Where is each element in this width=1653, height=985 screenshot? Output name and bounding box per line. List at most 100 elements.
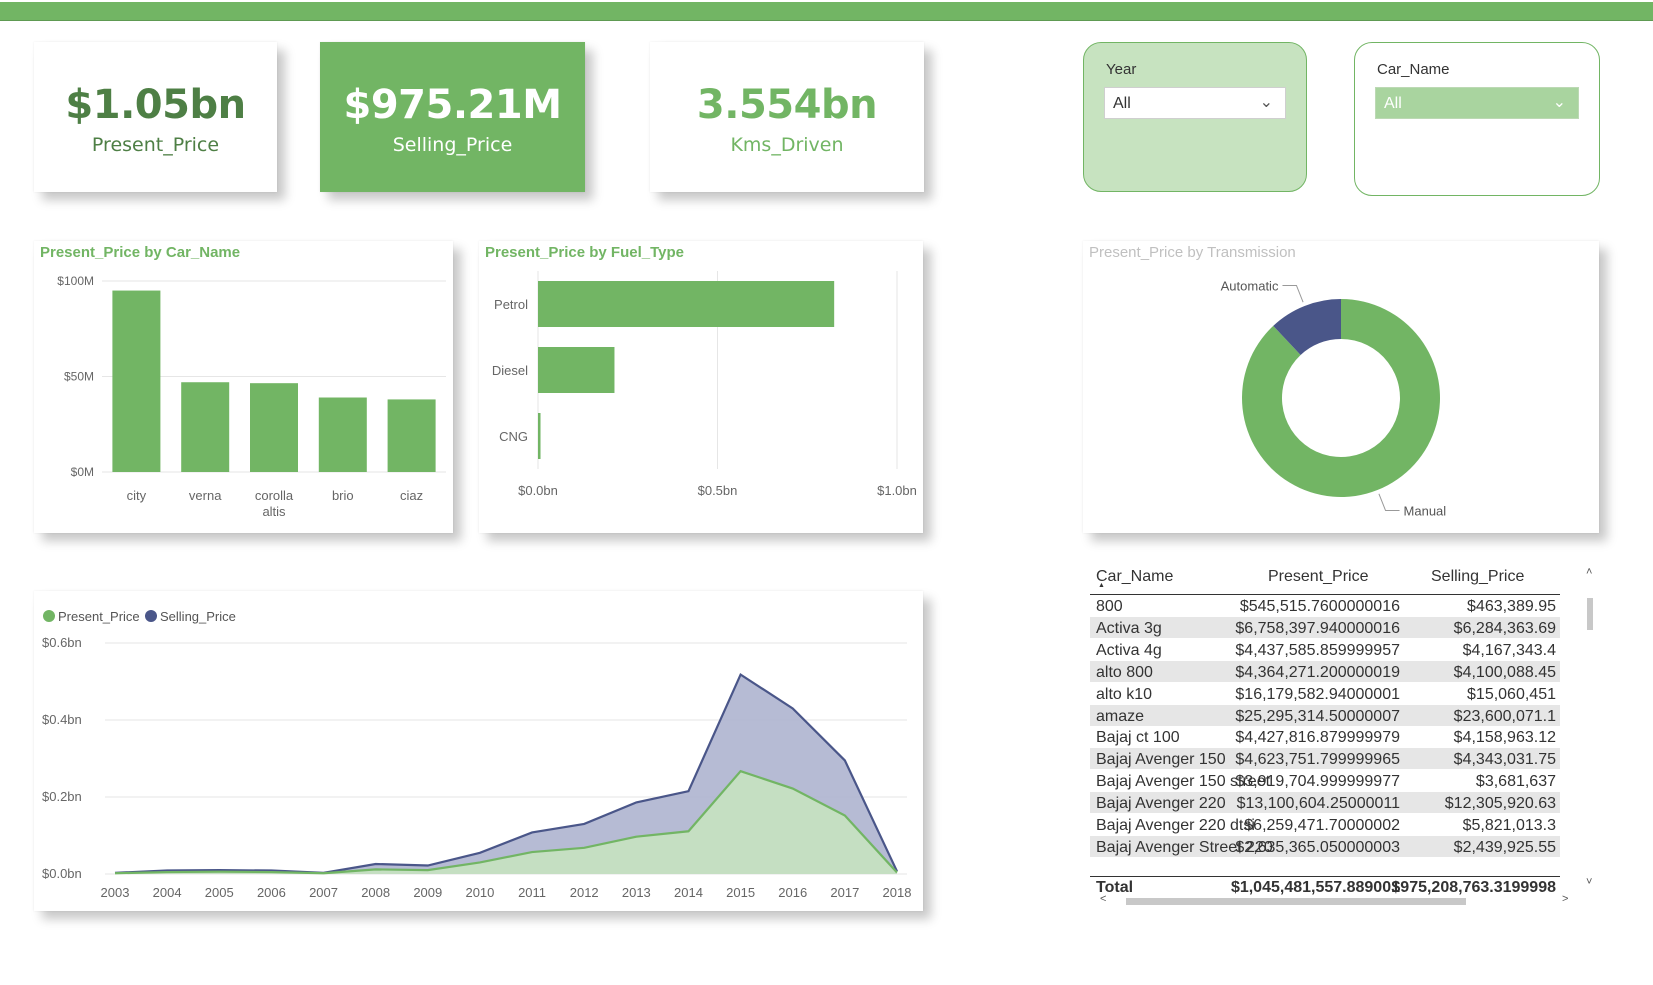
year-area-chart: $0.0bn $0.2bn $0.4bn $0.6bn 2003 2004 2005 2006… — [42, 609, 911, 900]
column-header-selling-price[interactable]: Selling_Price — [1431, 568, 1524, 586]
x-tick-label: verna — [189, 488, 222, 503]
leader-line — [1282, 284, 1304, 303]
table-row[interactable]: Bajaj Avenger Street 220 $2,635,365.05000… — [1090, 835, 1560, 857]
table-total-row: Total $1,045,481,557.889001 $975,208,763… — [1090, 876, 1560, 897]
fuel-type-bar-chart-card: Present_Price by Fuel_Type $0.0bn $0.5bn $… — [479, 241, 923, 533]
scroll-left-icon[interactable]: < — [1100, 893, 1106, 905]
cell-car-name: amaze — [1096, 707, 1145, 725]
cell-present-price: $13,100,604.25000011 — [1236, 795, 1400, 813]
total-present-price: $1,045,481,557.889001 — [1230, 879, 1400, 896]
leader-line — [1378, 493, 1400, 512]
car-name-bar-chart: $0M $50M $100M city verna corollaaltis brio cia… — [57, 274, 446, 519]
scrollbar-thumb[interactable] — [1587, 598, 1593, 630]
kpi-kms-driven-label: Kms_Driven — [730, 134, 844, 156]
scroll-up-icon[interactable]: ˄ — [1586, 566, 1592, 578]
x-tick-label: 2015 — [726, 885, 755, 900]
table-row[interactable]: alto k10 $16,179,582.94000001 $15,060,451 — [1090, 682, 1560, 704]
x-tick-label: 2012 — [570, 885, 599, 900]
x-tick-label: 2010 — [465, 885, 494, 900]
kpi-selling-price-label: Selling_Price — [392, 134, 513, 156]
y-tick-label: $0.2bn — [42, 789, 82, 804]
cell-present-price: $6,259,471.70000002 — [1244, 817, 1400, 834]
table-row[interactable]: Bajaj Avenger 220 dtsi $6,259,471.7000000… — [1090, 814, 1560, 835]
kpi-selling-price-value: $975.21M — [343, 82, 563, 128]
year-dropdown[interactable]: All ⌄ — [1104, 87, 1286, 119]
cell-car-name: Bajaj Avenger 150 — [1096, 751, 1226, 769]
bar — [250, 383, 298, 472]
table-vertical-scrollbar[interactable]: ˄ ˅ — [1584, 566, 1596, 888]
scroll-down-icon[interactable]: ˅ — [1586, 876, 1592, 888]
year-slicer: Year All ⌄ — [1083, 42, 1307, 192]
bar — [538, 413, 541, 459]
x-tick-label: brio — [332, 488, 354, 503]
cell-present-price: $4,427,816.879999979 — [1235, 729, 1400, 747]
x-tick-label: ciaz — [400, 488, 423, 503]
scroll-right-icon[interactable]: > — [1562, 893, 1568, 905]
table-row[interactable]: Activa 4g $4,437,585.859999957 $4,167,343.… — [1090, 638, 1560, 660]
table-row[interactable]: Bajaj ct 100 $4,427,816.879999979 $4,158,9… — [1090, 726, 1560, 748]
table-horizontal-scrollbar[interactable]: < > — [1094, 893, 1584, 906]
cell-present-price: $25,295,314.50000007 — [1235, 707, 1400, 725]
series-area — [115, 771, 897, 874]
table-row[interactable]: amaze $25,295,314.50000007 $23,600,071.1 — [1090, 704, 1560, 726]
x-tick-label: 2016 — [778, 885, 807, 900]
slice-label: Manual — [1404, 504, 1447, 519]
table-row[interactable]: Bajaj Avenger 150 street $3,919,704.99999… — [1090, 770, 1560, 792]
cell-present-price: $4,623,751.799999965 — [1235, 751, 1400, 769]
y-tick-label: Diesel — [492, 363, 528, 378]
car-name-bar-chart-card: Present_Price by Car_Name $0M $50M $100M ci… — [34, 241, 453, 533]
transmission-donut-card: Present_Price by Transmission Manual Auto… — [1083, 241, 1599, 533]
column-header-car-name[interactable]: Car_Name — [1096, 568, 1173, 586]
cell-present-price: $3,919,704.999999977 — [1235, 773, 1400, 791]
x-tick-label: $1.0bn — [877, 483, 917, 498]
x-tick-label: 2008 — [361, 885, 390, 900]
cell-selling-price: $4,167,343.4 — [1462, 641, 1556, 659]
x-tick-label: altis — [262, 504, 286, 519]
car-name-slicer: Car_Name All ⌄ — [1354, 42, 1600, 196]
horizontal-scrollbar-thumb[interactable] — [1126, 898, 1466, 905]
x-tick-label: 2006 — [257, 885, 286, 900]
sort-ascending-icon: ▲ — [1098, 582, 1105, 589]
kpi-kms-driven-card: 3.554bn Kms_Driven — [650, 42, 924, 192]
cell-car-name: Bajaj ct 100 — [1096, 729, 1180, 747]
y-tick-label: $0.6bn — [42, 635, 82, 650]
year-slicer-title: Year — [1106, 61, 1137, 78]
car-name-table: Car_Name ▲ Present_Price Selling_Price 8… — [1090, 562, 1593, 908]
x-tick-label: $0.5bn — [698, 483, 738, 498]
bar — [112, 290, 161, 472]
x-tick-label: $0.0bn — [518, 483, 558, 498]
x-tick-label: 2013 — [622, 885, 651, 900]
kpi-selling-price-card: $975.21M Selling_Price — [320, 42, 585, 192]
legend-marker — [145, 610, 157, 622]
table-row[interactable]: Activa 3g $6,758,397.940000016 $6,284,363.… — [1090, 616, 1560, 638]
cell-car-name: Activa 4g — [1096, 641, 1162, 659]
cell-car-name: Bajaj Avenger 220 — [1096, 795, 1226, 813]
y-tick-label: CNG — [499, 429, 528, 444]
cell-car-name: 800 — [1096, 598, 1123, 615]
table-row[interactable]: alto 800 $4,364,271.200000019 $4,100,088.4… — [1090, 660, 1560, 682]
y-tick-label: $0.4bn — [42, 712, 82, 727]
car-name-dropdown-value: All — [1384, 95, 1402, 112]
x-tick-label: 2005 — [205, 885, 234, 900]
table-row[interactable]: Bajaj Avenger 150 $4,623,751.799999965 $4,… — [1090, 748, 1560, 770]
table-row[interactable]: Bajaj Avenger 220 $13,100,604.25000011 $12… — [1090, 792, 1560, 814]
car-name-slicer-title: Car_Name — [1377, 61, 1450, 78]
bar — [387, 399, 436, 472]
cell-present-price: $4,437,585.859999957 — [1235, 641, 1400, 659]
cell-present-price: $2,635,365.050000003 — [1235, 838, 1400, 856]
table-body: 800 $545,515.7600000016 $463,389.95 Activa … — [1090, 595, 1562, 857]
cell-selling-price: $5,821,013.3 — [1462, 817, 1556, 834]
car-name-dropdown[interactable]: All ⌄ — [1375, 87, 1579, 119]
column-header-present-price[interactable]: Present_Price — [1268, 568, 1369, 586]
y-tick-label: $0.0bn — [42, 866, 82, 881]
table-row[interactable]: 800 $545,515.7600000016 $463,389.95 — [1090, 595, 1560, 616]
year-dropdown-value: All — [1113, 95, 1131, 112]
cell-present-price: $6,758,397.940000016 — [1235, 619, 1400, 637]
cell-present-price: $545,515.7600000016 — [1239, 598, 1400, 615]
cell-car-name: Bajaj Avenger 220 dtsi — [1096, 817, 1255, 834]
fuel-type-bar-chart: $0.0bn $0.5bn $1.0bn Petrol Diesel CNG — [492, 271, 917, 498]
cell-car-name: alto 800 — [1096, 663, 1153, 681]
slice-label: Automatic — [1221, 278, 1279, 293]
cell-selling-price: $4,100,088.45 — [1453, 663, 1556, 681]
table-header: Car_Name ▲ Present_Price Selling_Price — [1090, 564, 1560, 595]
